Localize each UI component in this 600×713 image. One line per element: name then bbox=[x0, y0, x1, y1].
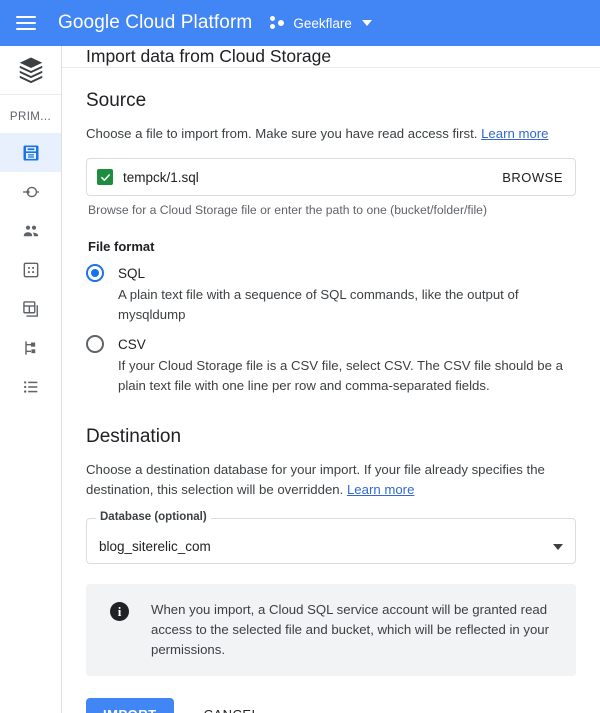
info-circle-icon: i bbox=[110, 602, 129, 621]
sidebar-item-databases[interactable] bbox=[0, 250, 61, 289]
body-row: PRIM... Import data from Cloud Storage S… bbox=[0, 46, 600, 713]
rail-divider bbox=[0, 94, 61, 95]
browse-button[interactable]: BROWSE bbox=[502, 170, 563, 185]
database-select-value: blog_siterelic_com bbox=[99, 539, 211, 554]
app-root: Google Cloud Platform Geekflare PRIM... bbox=[0, 0, 600, 713]
sidebar-item-replicas[interactable] bbox=[0, 328, 61, 367]
file-format-option-csv[interactable]: CSV If your Cloud Storage file is a CSV … bbox=[86, 335, 576, 396]
green-check-icon bbox=[97, 169, 113, 185]
database-select-wrapper[interactable]: Database (optional) blog_siterelic_com bbox=[86, 511, 576, 564]
chevron-down-icon bbox=[553, 544, 563, 550]
sidebar-item-overview[interactable] bbox=[0, 133, 61, 172]
radio-row-csv[interactable]: CSV bbox=[86, 335, 576, 353]
sidebar-item-operations[interactable] bbox=[0, 367, 61, 406]
sidebar-item-connections[interactable] bbox=[0, 172, 61, 211]
page-content: Source Choose a file to import from. Mak… bbox=[62, 68, 600, 713]
source-file-helper: Browse for a Cloud Storage file or enter… bbox=[88, 203, 488, 217]
project-picker[interactable]: Geekflare bbox=[270, 15, 372, 31]
brand-title[interactable]: Google Cloud Platform bbox=[58, 12, 252, 34]
radio-row-sql[interactable]: SQL bbox=[86, 264, 576, 282]
source-description-text: Choose a file to import from. Make sure … bbox=[86, 126, 482, 141]
action-bar: IMPORT CANCEL bbox=[86, 698, 576, 713]
source-file-field[interactable]: tempck/1.sql BROWSE bbox=[86, 158, 576, 196]
destination-learn-more-link[interactable]: Learn more bbox=[347, 482, 414, 497]
database-select-label: Database (optional) bbox=[96, 511, 211, 523]
top-app-bar: Google Cloud Platform Geekflare bbox=[0, 0, 600, 46]
replicas-icon bbox=[24, 340, 35, 355]
instance-overview-icon bbox=[23, 145, 38, 160]
cloud-sql-stack-icon bbox=[0, 46, 61, 94]
info-notice: i When you import, a Cloud SQL service a… bbox=[86, 584, 576, 676]
hamburger-bar bbox=[16, 22, 36, 24]
file-format-label: File format bbox=[88, 239, 155, 254]
users-icon bbox=[23, 225, 38, 236]
source-description: Choose a file to import from. Make sure … bbox=[86, 124, 556, 144]
destination-description-text: Choose a destination database for your i… bbox=[86, 462, 545, 497]
chevron-down-icon bbox=[361, 20, 372, 26]
info-notice-text: When you import, a Cloud SQL service acc… bbox=[151, 602, 550, 657]
destination-heading: Destination bbox=[86, 426, 182, 447]
project-dots-icon bbox=[270, 15, 286, 31]
sidebar-rail: PRIM... bbox=[0, 46, 62, 713]
hamburger-bar bbox=[16, 16, 36, 18]
radio-desc-sql: A plain text file with a sequence of SQL… bbox=[118, 287, 519, 322]
hamburger-bar bbox=[16, 28, 36, 30]
backups-icon bbox=[22, 300, 38, 317]
source-file-value[interactable]: tempck/1.sql bbox=[123, 170, 502, 185]
databases-icon bbox=[23, 262, 38, 277]
sidebar-item-users[interactable] bbox=[0, 211, 61, 250]
connections-icon bbox=[22, 186, 39, 197]
radio-csv[interactable] bbox=[86, 335, 104, 353]
import-button[interactable]: IMPORT bbox=[86, 698, 174, 713]
project-name: Geekflare bbox=[293, 15, 352, 31]
hamburger-menu-icon[interactable] bbox=[14, 10, 40, 36]
sidebar-item-backups[interactable] bbox=[0, 289, 61, 328]
main-panel: Import data from Cloud Storage Source Ch… bbox=[62, 46, 600, 713]
cancel-button[interactable]: CANCEL bbox=[196, 698, 268, 713]
rail-section-label: PRIM... bbox=[9, 111, 52, 123]
page-title: Import data from Cloud Storage bbox=[86, 46, 332, 66]
destination-description: Choose a destination database for your i… bbox=[86, 460, 556, 500]
radio-label-csv: CSV bbox=[118, 336, 146, 352]
source-learn-more-link[interactable]: Learn more bbox=[481, 126, 548, 141]
radio-sql[interactable] bbox=[86, 264, 104, 282]
radio-label-sql: SQL bbox=[118, 265, 146, 281]
radio-desc-csv: If your Cloud Storage file is a CSV file… bbox=[118, 358, 563, 393]
database-select[interactable]: blog_siterelic_com bbox=[86, 518, 576, 564]
file-format-option-sql[interactable]: SQL A plain text file with a sequence of… bbox=[86, 264, 576, 325]
page-header: Import data from Cloud Storage bbox=[62, 46, 600, 68]
source-heading: Source bbox=[86, 90, 147, 111]
operations-list-icon bbox=[23, 380, 37, 393]
